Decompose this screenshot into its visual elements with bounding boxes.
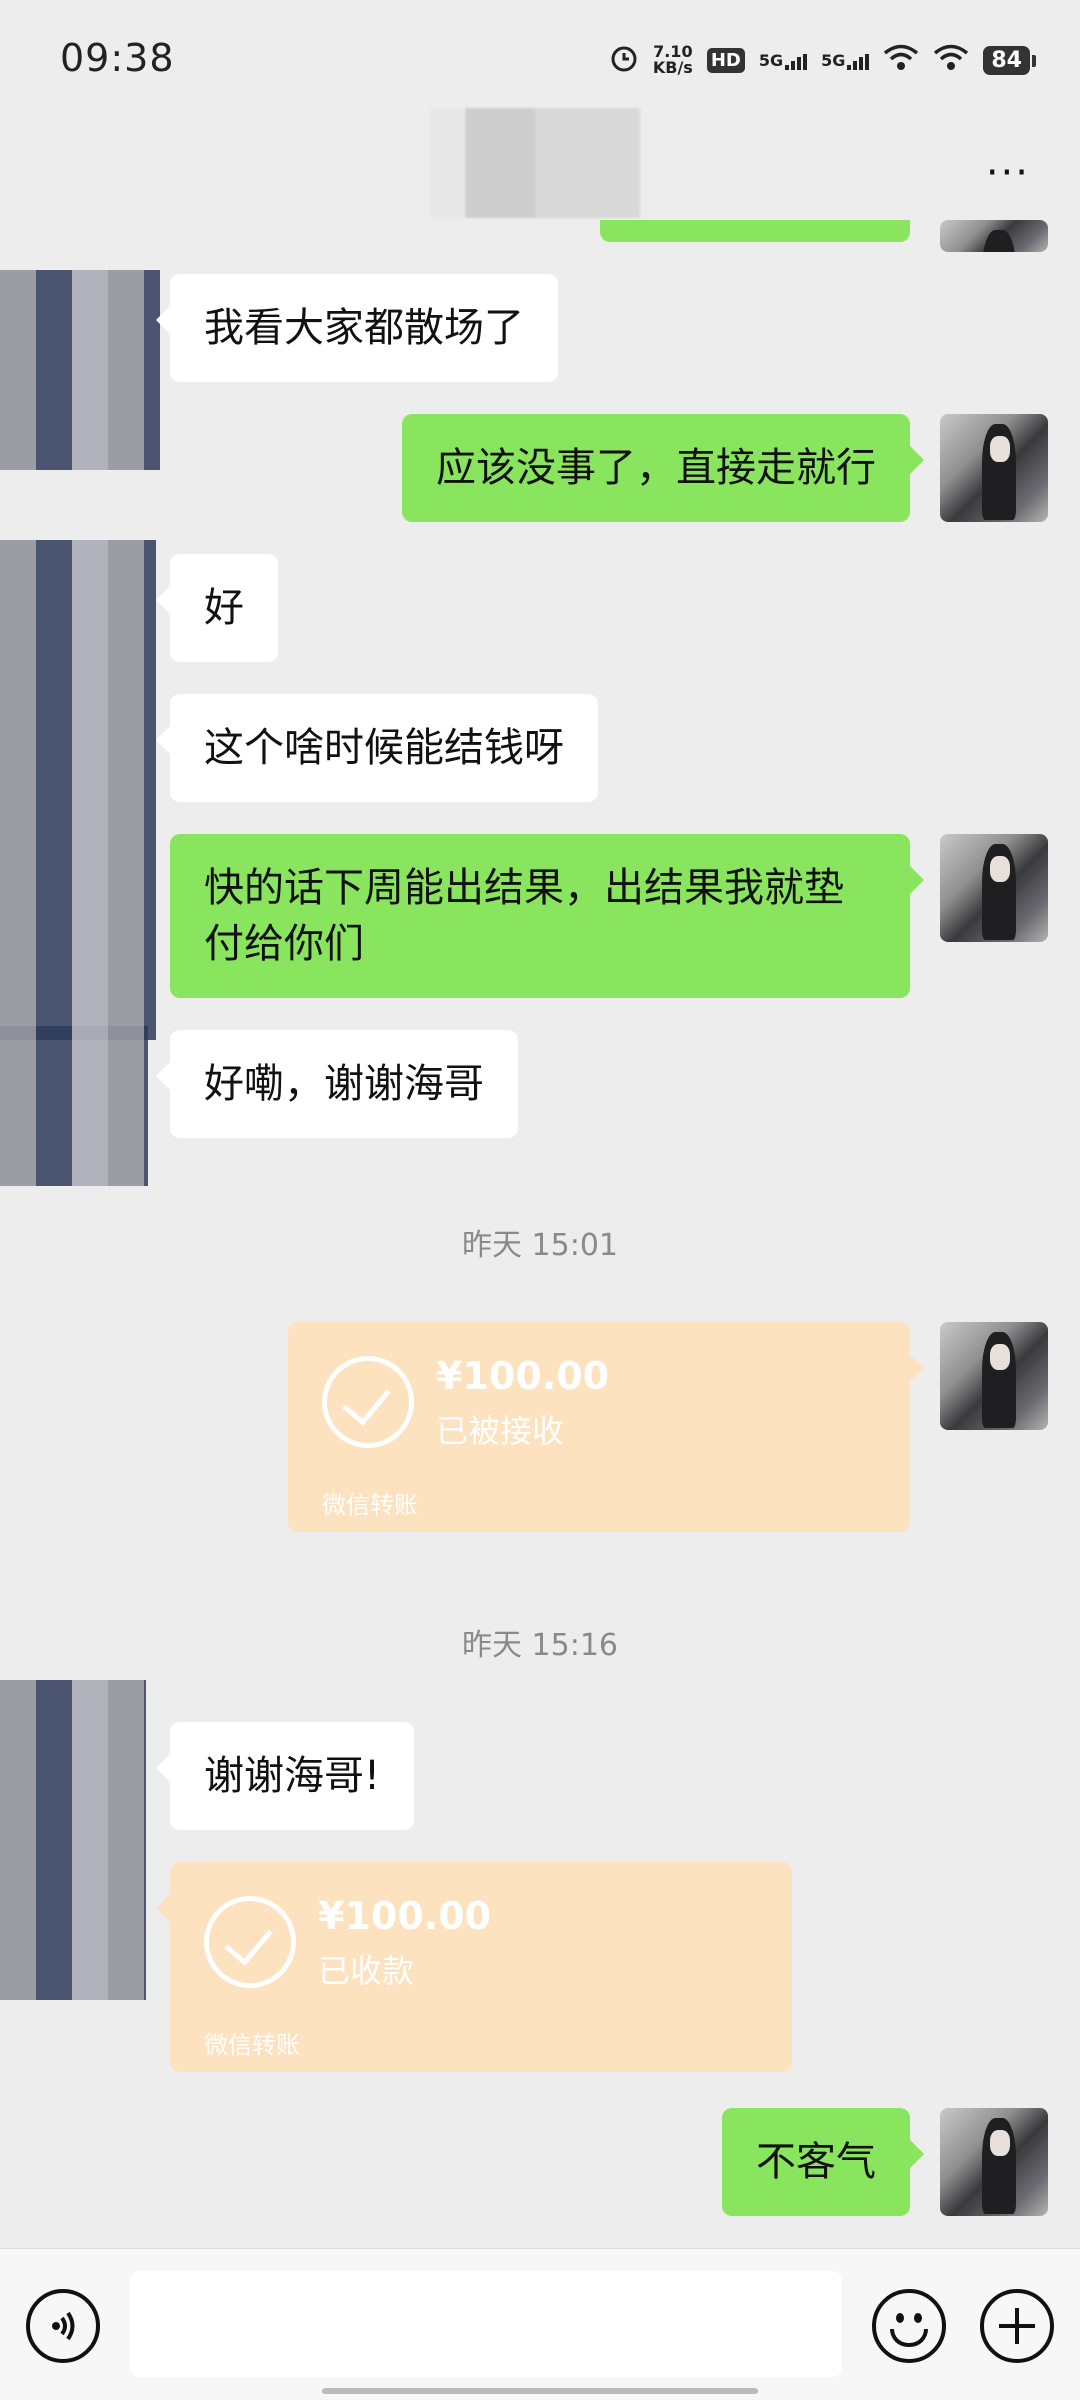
voice-icon <box>52 2311 75 2341</box>
emoji-button[interactable] <box>872 2289 946 2363</box>
input-bar <box>0 2248 1080 2400</box>
contact-avatar[interactable] <box>0 270 160 470</box>
transfer-card-received[interactable]: ¥100.00 已收款 微信转账 <box>156 1862 792 2072</box>
message-bubble-left[interactable]: 这个啥时候能结钱呀 <box>156 694 598 802</box>
message-bubble-left[interactable]: 好嘞，谢谢海哥 <box>156 1030 518 1138</box>
more-options-button[interactable]: ··· <box>986 150 1030 196</box>
emoji-icon <box>896 2313 904 2323</box>
message-bubble-right[interactable]: 不客气 <box>722 2108 924 2216</box>
message-bubble-left[interactable]: 我看大家都散场了 <box>156 274 558 382</box>
status-bar: 09:38 7.10 KB/s HD 5G 5G 84 <box>0 0 1080 120</box>
transfer-status: 已被接收 <box>436 1412 565 1450</box>
contact-avatar[interactable] <box>0 1026 148 1186</box>
sim2-label: 5G <box>821 50 846 70</box>
transfer-status: 已收款 <box>318 1952 415 1990</box>
transfer-card-sent[interactable]: ¥100.00 已被接收 微信转账 <box>288 1322 924 1532</box>
network-speed: 7.10 KB/s <box>653 44 693 76</box>
timestamp: 昨天 15:01 <box>462 1228 618 1263</box>
my-avatar[interactable] <box>940 414 1048 522</box>
my-avatar[interactable] <box>940 2108 1048 2216</box>
alarm-icon <box>609 43 639 77</box>
sim1-label: 5G <box>758 50 784 70</box>
signal-sim2-icon: 5G <box>821 50 870 70</box>
contact-name-blurred <box>430 108 640 218</box>
timestamp: 昨天 15:16 <box>462 1628 618 1663</box>
my-avatar[interactable] <box>940 1322 1048 1430</box>
message-bubble-left[interactable]: 好 <box>156 554 278 662</box>
my-avatar[interactable] <box>940 834 1048 942</box>
transfer-amount: ¥100.00 <box>318 1894 492 1938</box>
check-icon <box>322 1356 414 1448</box>
message-bubble-right[interactable]: 快的话下周能出结果，出结果我就垫付给你们 <box>170 834 924 998</box>
check-icon <box>204 1896 296 1988</box>
status-icons: 7.10 KB/s HD 5G 5G 84 <box>609 38 1036 82</box>
message-input[interactable] <box>130 2271 842 2377</box>
voice-input-button[interactable] <box>26 2289 100 2363</box>
message-bubble-left[interactable]: 谢谢海哥! <box>155 1722 415 1830</box>
signal-sim1-icon: 5G <box>758 50 808 70</box>
transfer-footer: 微信转账 <box>204 2031 300 2059</box>
hd-badge: HD <box>706 47 745 73</box>
message-bubble-right[interactable]: 应该没事了，直接走就行 <box>402 414 924 522</box>
message-list[interactable]: 我看大家都散场了 应该没事了，直接走就行 好 这个啥时候能结钱呀 快的话下周能出… <box>0 220 1080 2240</box>
transfer-amount: ¥100.00 <box>436 1354 610 1398</box>
my-avatar[interactable] <box>940 220 1048 252</box>
battery-indicator: 84 <box>983 45 1036 75</box>
wifi-icon <box>883 44 919 76</box>
wifi-icon-2 <box>933 44 969 76</box>
status-time: 09:38 <box>60 36 175 80</box>
transfer-footer: 微信转账 <box>322 1491 418 1519</box>
partial-message-bubble <box>600 220 910 242</box>
contact-avatar[interactable] <box>0 540 156 1040</box>
speed-unit: KB/s <box>652 58 693 77</box>
contact-avatar[interactable] <box>0 1680 146 2000</box>
home-indicator[interactable] <box>322 2388 758 2394</box>
more-functions-button[interactable] <box>980 2289 1054 2363</box>
